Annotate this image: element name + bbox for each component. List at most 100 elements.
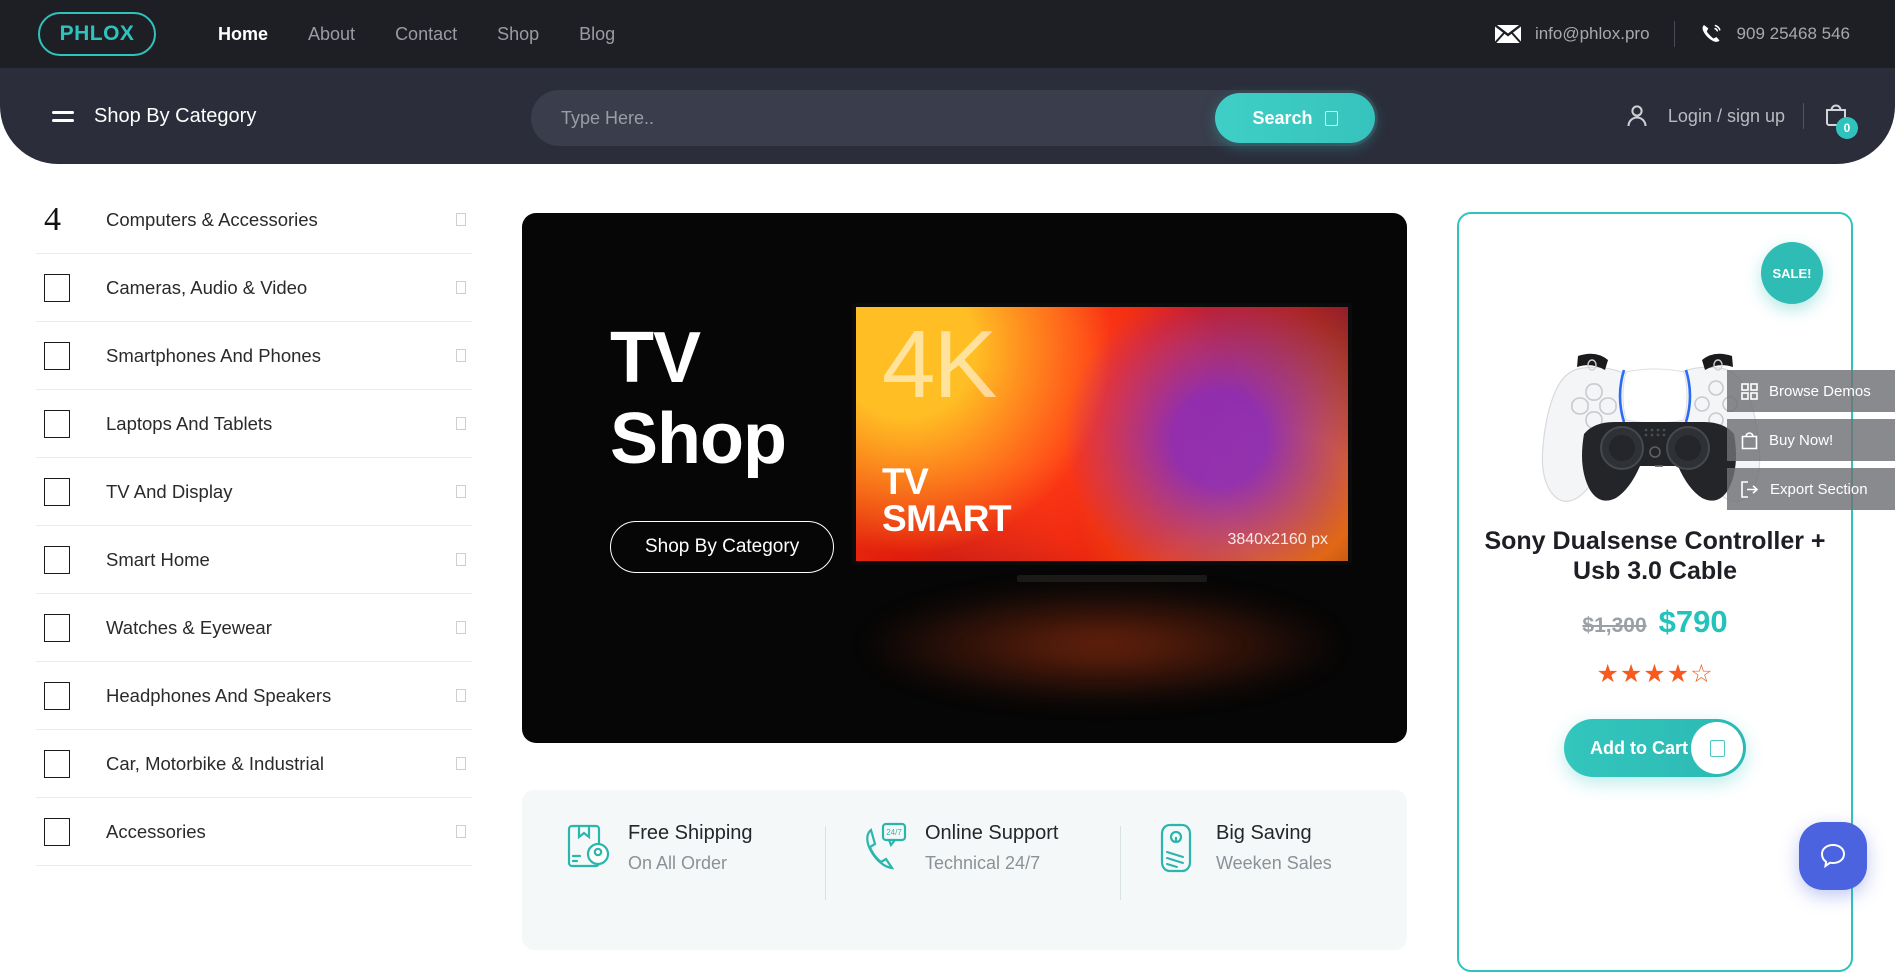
main-navigation: Home About Contact Shop Blog [218,24,615,45]
hero-shop-by-category-button[interactable]: Shop By Category [610,521,834,573]
feature-big-saving: Big Saving Weeken Sales [1112,822,1407,874]
feature-text-block: Free Shipping On All Order [628,822,753,874]
chevron-right-icon[interactable] [456,553,466,566]
overlay-item-label: Browse Demos [1769,383,1871,400]
sidebar-item-label: Smart Home [106,549,210,571]
chevron-right-icon[interactable] [456,757,466,770]
svg-text:24/7: 24/7 [886,828,902,837]
product-old-price: $1,300 [1582,614,1646,638]
feature-online-support: 24/7 Online Support Technical 24/7 [817,822,1112,874]
price-row: $1,300 $790 [1459,604,1851,640]
sidebar-item-accessories[interactable]: Accessories [36,798,472,866]
hamburger-icon [52,111,74,122]
sidebar-item-cameras-audio-video[interactable]: Cameras, Audio & Video [36,254,472,322]
category-marker-glyph: 4 [44,203,70,237]
account-group: Login / sign up 0 [1624,100,1850,133]
sidebar-item-label: Computers & Accessories [106,209,318,231]
category-checkbox-icon[interactable] [44,478,70,506]
product-rating-stars: ★★★★☆ [1459,659,1851,689]
shop-by-category-label: Shop By Category [94,105,256,128]
top-navigation-bar: PHLOX Home About Contact Shop Blog info@… [0,0,1895,68]
cart-button[interactable]: 0 [1822,100,1850,133]
box-glyph-icon [1710,740,1725,757]
tv-screen: 4K TV SMART 3840x2160 px [852,303,1352,565]
nav-item-shop[interactable]: Shop [497,24,539,45]
sidebar-item-label: Headphones And Speakers [106,685,331,707]
sidebar-item-label: Laptops And Tablets [106,413,272,435]
envelope-icon [1495,25,1521,43]
nav-item-blog[interactable]: Blog [579,24,615,45]
add-to-cart-label: Add to Cart [1590,738,1688,759]
sidebar-item-car-motorbike-industrial[interactable]: Car, Motorbike & Industrial [36,730,472,798]
feature-subtitle: On All Order [628,853,753,874]
product-new-price: $790 [1659,604,1728,640]
sidebar-item-label: TV And Display [106,481,232,503]
tv-reflection-glow [857,585,1347,705]
login-signup-link[interactable]: Login / sign up [1668,106,1785,127]
nav-item-home[interactable]: Home [218,24,268,45]
sidebar-item-smart-home[interactable]: Smart Home [36,526,472,594]
overlay-item-label: Export Section [1770,481,1868,498]
price-tag-icon [1156,822,1200,874]
chevron-right-icon[interactable] [456,825,466,838]
chevron-right-icon[interactable] [456,621,466,634]
search-button[interactable]: Search [1215,93,1375,143]
overlay-item-label: Buy Now! [1769,432,1833,449]
category-sidebar: 4 Computers & Accessories Cameras, Audio… [36,186,472,866]
feature-title: Online Support [925,822,1058,845]
contact-info-group: info@phlox.pro 909 25468 546 [1495,21,1850,47]
category-checkbox-icon[interactable] [44,410,70,438]
nav-item-about[interactable]: About [308,24,355,45]
hero-text-block: TV Shop Shop By Category [610,318,910,573]
chevron-right-icon[interactable] [456,349,466,362]
tv-resolution-label: 3840x2160 px [1227,531,1328,549]
sidebar-item-tv-and-display[interactable]: TV And Display [36,458,472,526]
sidebar-item-label: Accessories [106,821,206,843]
shop-by-category-toggle[interactable]: Shop By Category [52,105,256,128]
overlay-item-export-section[interactable]: Export Section [1727,468,1895,510]
phone-contact[interactable]: 909 25468 546 [1699,22,1850,46]
chevron-right-icon[interactable] [456,485,466,498]
chevron-right-icon[interactable] [456,281,466,294]
add-to-cart-button[interactable]: Add to Cart [1564,719,1746,777]
chevron-right-icon[interactable] [456,689,466,702]
category-checkbox-icon[interactable] [44,818,70,846]
category-checkbox-icon[interactable] [44,274,70,302]
chevron-right-icon[interactable] [456,213,466,226]
cart-count-badge: 0 [1836,117,1858,139]
category-checkbox-icon[interactable] [44,342,70,370]
feature-subtitle: Weeken Sales [1216,853,1332,874]
category-checkbox-icon[interactable] [44,614,70,642]
overlay-item-buy-now[interactable]: Buy Now! [1727,419,1895,461]
category-checkbox-icon[interactable] [44,546,70,574]
overlay-item-browse-demos[interactable]: Browse Demos [1727,370,1895,412]
sidebar-item-watches-eyewear[interactable]: Watches & Eyewear [36,594,472,662]
sidebar-item-laptops-and-tablets[interactable]: Laptops And Tablets [36,390,472,458]
product-name[interactable]: Sony Dualsense Controller + Usb 3.0 Cabl… [1477,526,1833,586]
feature-free-shipping: Free Shipping On All Order [522,822,817,874]
phone-text: 909 25468 546 [1737,24,1850,44]
hero-title-line1: TV [610,318,910,399]
sidebar-item-computers-accessories[interactable]: 4 Computers & Accessories [36,186,472,254]
sidebar-item-smartphones-and-phones[interactable]: Smartphones And Phones [36,322,472,390]
feature-title: Big Saving [1216,822,1332,845]
phone-icon [1699,22,1723,46]
sidebar-item-label: Car, Motorbike & Industrial [106,753,324,775]
user-icon[interactable] [1624,103,1650,129]
tv-product-image: 4K TV SMART 3840x2160 px [852,303,1372,582]
sidebar-item-headphones-and-speakers[interactable]: Headphones And Speakers [36,662,472,730]
search-bar-row: Shop By Category Search Login / sign up … [0,68,1895,164]
category-checkbox-icon[interactable] [44,682,70,710]
feature-text-block: Big Saving Weeken Sales [1216,822,1332,874]
nav-item-contact[interactable]: Contact [395,24,457,45]
email-contact[interactable]: info@phlox.pro [1495,24,1650,44]
chevron-right-icon[interactable] [456,417,466,430]
category-checkbox-icon[interactable] [44,750,70,778]
search-box[interactable]: Search [531,90,1378,146]
hero-banner: TV Shop Shop By Category 4K TV SMART 384… [522,213,1407,743]
chat-widget-button[interactable] [1799,822,1867,890]
shopping-bag-icon [1741,431,1758,450]
sidebar-item-label: Cameras, Audio & Video [106,277,307,299]
brand-logo[interactable]: PHLOX [38,12,156,56]
search-button-label: Search [1252,108,1312,129]
